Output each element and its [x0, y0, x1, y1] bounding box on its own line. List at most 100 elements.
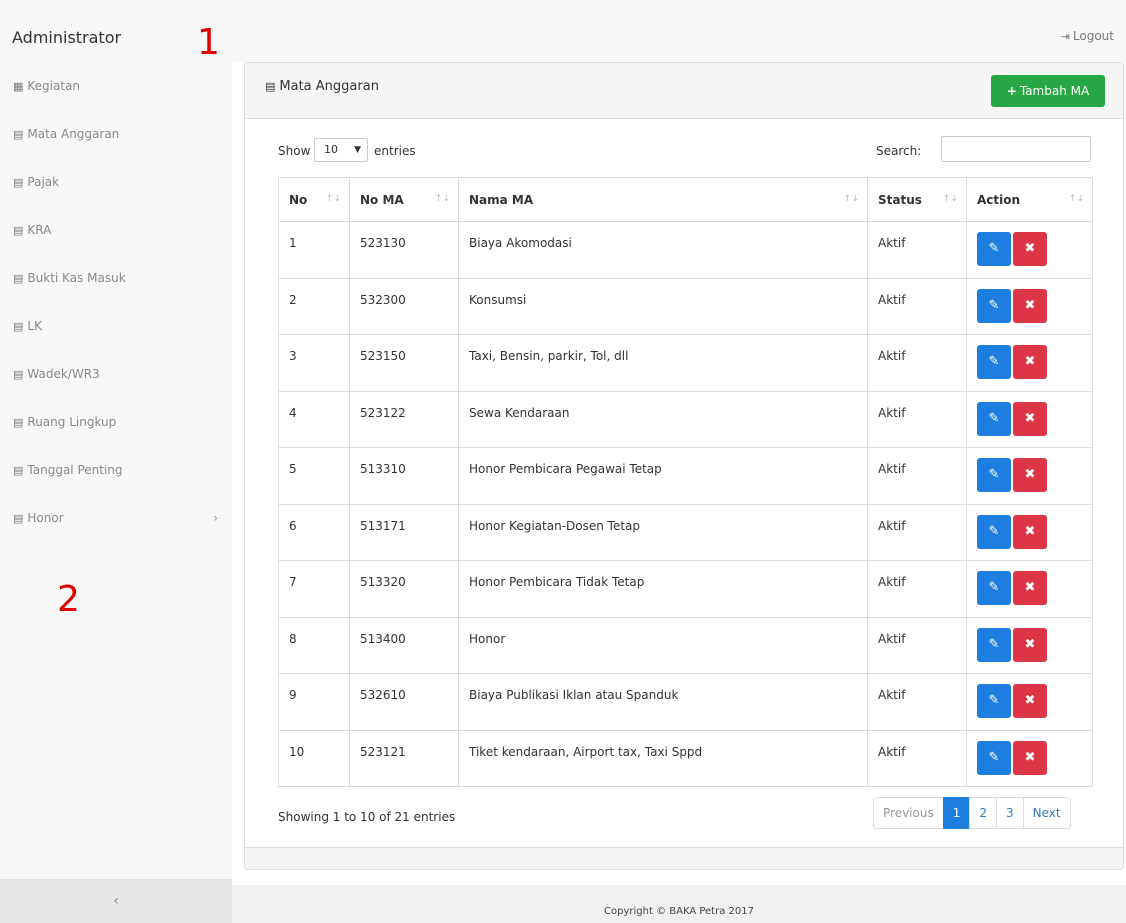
- pencil-icon: ✎: [988, 467, 1000, 482]
- cell-nama-ma: Honor Pembicara Pegawai Tetap: [458, 447, 868, 505]
- previous-page-button[interactable]: Previous: [873, 797, 944, 829]
- column-header-label: No MA: [360, 193, 404, 207]
- cell-no: 4: [278, 390, 350, 448]
- table-row: 6 513171 Honor Kegiatan-Dosen Tetap Akti…: [278, 503, 1093, 561]
- sidebar-item-wadek[interactable]: ▤ Wadek/WR3: [0, 350, 232, 398]
- sidebar-item-ruang-lingkup[interactable]: ▤ Ruang Lingkup: [0, 398, 232, 446]
- column-header-nama-ma[interactable]: Nama MA ↑↓: [458, 177, 868, 222]
- delete-button[interactable]: ✖: [1013, 627, 1047, 662]
- pencil-icon: ✎: [988, 523, 1000, 539]
- cell-no-ma: 513320: [349, 560, 459, 618]
- page-title: ▤ Mata Anggaran: [265, 79, 379, 94]
- grid-icon: ▦: [13, 80, 24, 93]
- edit-button[interactable]: ✎: [977, 401, 1011, 436]
- edit-button[interactable]: ✎: [977, 458, 1011, 492]
- column-header-status[interactable]: Status ↑↓: [867, 177, 967, 222]
- search-input[interactable]: [941, 136, 1091, 162]
- close-icon: ✖: [1024, 467, 1036, 482]
- delete-button[interactable]: ✖: [1013, 514, 1047, 549]
- cell-no-ma: 513400: [349, 616, 459, 674]
- edit-button[interactable]: ✎: [977, 345, 1011, 379]
- edit-button[interactable]: ✎: [977, 740, 1011, 775]
- page-button-2[interactable]: 2: [969, 797, 997, 829]
- table-row: 9 532610 Biaya Publikasi Iklan atau Span…: [278, 673, 1093, 731]
- sidebar-collapse-button[interactable]: ‹: [0, 879, 232, 923]
- entries-value: 10: [324, 143, 338, 156]
- column-header-label: Nama MA: [469, 193, 534, 207]
- next-page-button[interactable]: Next: [1022, 797, 1071, 829]
- column-header-action[interactable]: Action ↑↓: [966, 177, 1093, 222]
- sidebar-item-honor[interactable]: ▤ Honor ›: [0, 494, 232, 542]
- pencil-icon: ✎: [988, 354, 1000, 369]
- cell-no: 7: [278, 560, 350, 618]
- delete-button[interactable]: ✖: [1013, 571, 1047, 605]
- cell-nama-ma: Tiket kendaraan, Airport tax, Taxi Sppd: [458, 729, 868, 787]
- table-icon: ▤: [265, 80, 276, 93]
- sidebar-item-kegiatan[interactable]: ▦ Kegiatan: [0, 62, 232, 110]
- close-icon: ✖: [1024, 693, 1036, 708]
- cell-action: ✎ ✖: [966, 560, 1093, 618]
- sidebar-item-label: Kegiatan: [27, 79, 81, 93]
- delete-button[interactable]: ✖: [1013, 232, 1047, 266]
- delete-button[interactable]: ✖: [1013, 684, 1047, 718]
- cell-status: Aktif: [867, 616, 967, 674]
- cell-status: Aktif: [867, 560, 967, 618]
- cell-status: Aktif: [867, 221, 967, 279]
- table-icon: ▤: [13, 464, 24, 477]
- page-button-3[interactable]: 3: [996, 797, 1024, 829]
- cell-no-ma: 532610: [349, 673, 459, 731]
- entries-select[interactable]: 10 ▼: [314, 138, 368, 162]
- close-icon: ✖: [1024, 410, 1036, 426]
- brand-title[interactable]: Administrator: [12, 28, 121, 47]
- sidebar-item-tanggal-penting[interactable]: ▤ Tanggal Penting: [0, 446, 232, 494]
- edit-button[interactable]: ✎: [977, 684, 1011, 718]
- edit-button[interactable]: ✎: [977, 514, 1011, 549]
- caret-down-icon: ▼: [354, 145, 361, 155]
- cell-nama-ma: Sewa Kendaraan: [458, 390, 868, 448]
- cell-nama-ma: Taxi, Bensin, parkir, Tol, dll: [458, 334, 868, 392]
- sidebar-item-kra[interactable]: ▤ KRA: [0, 206, 232, 254]
- table-info: Showing 1 to 10 of 21 entries: [278, 810, 456, 824]
- cell-no-ma: 513171: [349, 503, 459, 561]
- table-row: 8 513400 Honor Aktif ✎ ✖: [278, 616, 1093, 674]
- page-title-text: Mata Anggaran: [279, 79, 379, 94]
- page-button-1[interactable]: 1: [942, 797, 971, 829]
- sidebar-item-bukti-kas-masuk[interactable]: ▤ Bukti Kas Masuk: [0, 254, 232, 302]
- delete-button[interactable]: ✖: [1013, 401, 1047, 436]
- edit-button[interactable]: ✎: [977, 571, 1011, 605]
- delete-button[interactable]: ✖: [1013, 740, 1047, 775]
- pencil-icon: ✎: [988, 580, 1000, 595]
- delete-button[interactable]: ✖: [1013, 345, 1047, 379]
- panel-footer: [245, 847, 1123, 869]
- delete-button[interactable]: ✖: [1013, 288, 1047, 323]
- logout-label: Logout: [1072, 29, 1114, 43]
- sidebar-item-label: Wadek/WR3: [27, 367, 100, 381]
- logout-link[interactable]: ⇥ Logout: [1061, 29, 1114, 43]
- sidebar-item-lk[interactable]: ▤ LK: [0, 302, 232, 350]
- cell-nama-ma: Honor Kegiatan-Dosen Tetap: [458, 503, 868, 561]
- sort-icon: ↑↓: [843, 194, 859, 204]
- edit-button[interactable]: ✎: [977, 288, 1011, 323]
- cell-status: Aktif: [867, 334, 967, 392]
- cell-no-ma: 523121: [349, 729, 459, 787]
- close-icon: ✖: [1024, 636, 1036, 652]
- add-ma-button[interactable]: + Tambah MA: [991, 75, 1105, 107]
- close-icon: ✖: [1024, 297, 1036, 313]
- delete-button[interactable]: ✖: [1013, 458, 1047, 492]
- close-icon: ✖: [1024, 354, 1036, 369]
- table-row: 5 513310 Honor Pembicara Pegawai Tetap A…: [278, 447, 1093, 505]
- sidebar-item-mata-anggaran[interactable]: ▤ Mata Anggaran: [0, 110, 232, 158]
- column-header-no[interactable]: No ↑↓: [278, 177, 350, 222]
- sidebar-item-pajak[interactable]: ▤ Pajak: [0, 158, 232, 206]
- sidebar-item-label: KRA: [27, 223, 52, 237]
- sidebar-item-label: LK: [27, 319, 42, 333]
- table-row: 10 523121 Tiket kendaraan, Airport tax, …: [278, 729, 1093, 787]
- sort-icon: ↑↓: [942, 194, 958, 204]
- column-header-no-ma[interactable]: No MA ↑↓: [349, 177, 459, 222]
- edit-button[interactable]: ✎: [977, 627, 1011, 662]
- pencil-icon: ✎: [988, 410, 1000, 426]
- top-navbar: Administrator ⇥ Logout: [0, 0, 1126, 62]
- edit-button[interactable]: ✎: [977, 232, 1011, 266]
- cell-no-ma: 523150: [349, 334, 459, 392]
- pagination: Previous 1 2 3 Next: [873, 797, 1071, 829]
